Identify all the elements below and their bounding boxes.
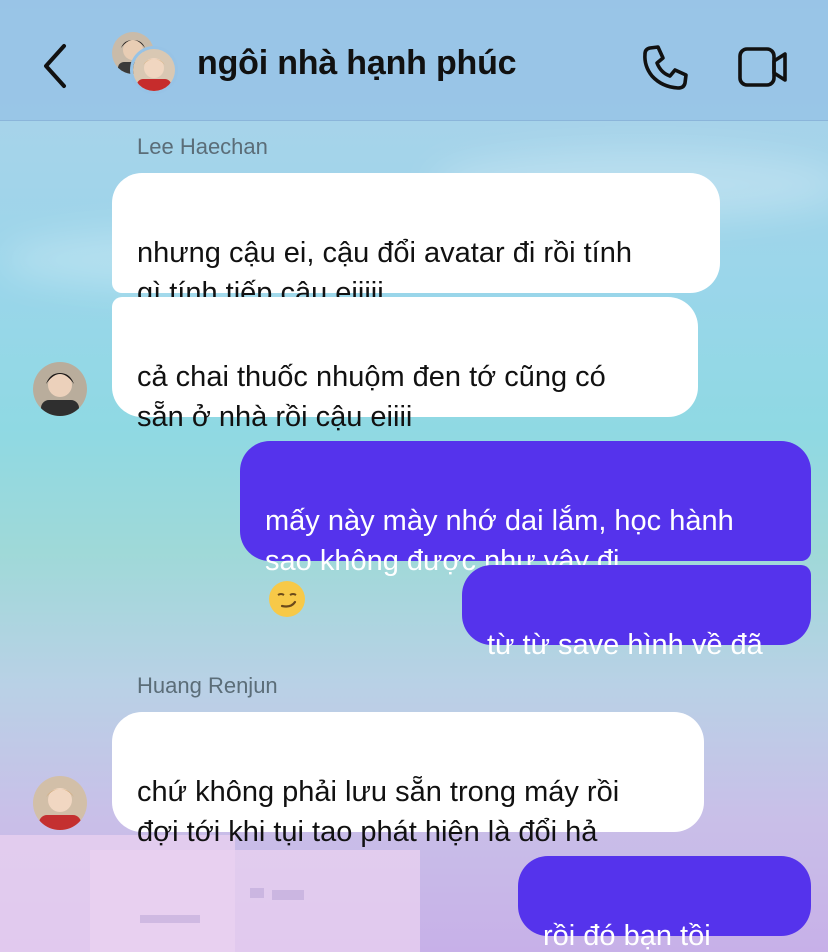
smirk-face-icon (269, 581, 305, 617)
background-window (272, 890, 304, 900)
voice-call-button[interactable] (640, 42, 690, 92)
background-building (90, 850, 420, 952)
chat-header: ngôi nhà hạnh phúc (0, 0, 828, 121)
outgoing-message[interactable]: rồi đó bạn tồi (518, 856, 811, 952)
message-text: cả chai thuốc nhuộm đen tớ cũng có sẵn ở… (137, 361, 606, 433)
phone-icon (643, 45, 688, 90)
background-window (250, 888, 264, 898)
chat-title[interactable]: ngôi nhà hạnh phúc (197, 44, 517, 83)
incoming-message[interactable]: cả chai thuốc nhuộm đen tớ cũng có sẵn ở… (112, 297, 698, 433)
back-button[interactable] (36, 40, 76, 92)
chevron-left-icon (44, 44, 66, 88)
message-text: từ từ save hình về đã (487, 629, 763, 661)
group-avatar[interactable] (112, 32, 178, 96)
video-call-button[interactable] (737, 44, 789, 90)
outgoing-message[interactable]: từ từ save hình về đã (462, 565, 811, 661)
sender-name: Huang Renjun (137, 673, 278, 698)
member-avatar (130, 46, 178, 94)
outgoing-message[interactable]: mấy này mày nhớ dai lắm, học hành sao kh… (240, 441, 811, 617)
incoming-message[interactable]: nhưng cậu ei, cậu đổi avatar đi rồi tính… (112, 173, 720, 309)
sender-name: Lee Haechan (137, 134, 268, 159)
message-text: chứ không phải lưu sẵn trong máy rồi đợi… (137, 776, 620, 848)
video-camera-icon (738, 47, 787, 87)
incoming-message[interactable]: chứ không phải lưu sẵn trong máy rồi đợi… (112, 712, 704, 848)
sender-avatar[interactable] (33, 776, 87, 830)
sender-avatar[interactable] (33, 362, 87, 416)
background-window (140, 915, 200, 923)
message-text: rồi đó bạn tồi (543, 920, 711, 952)
